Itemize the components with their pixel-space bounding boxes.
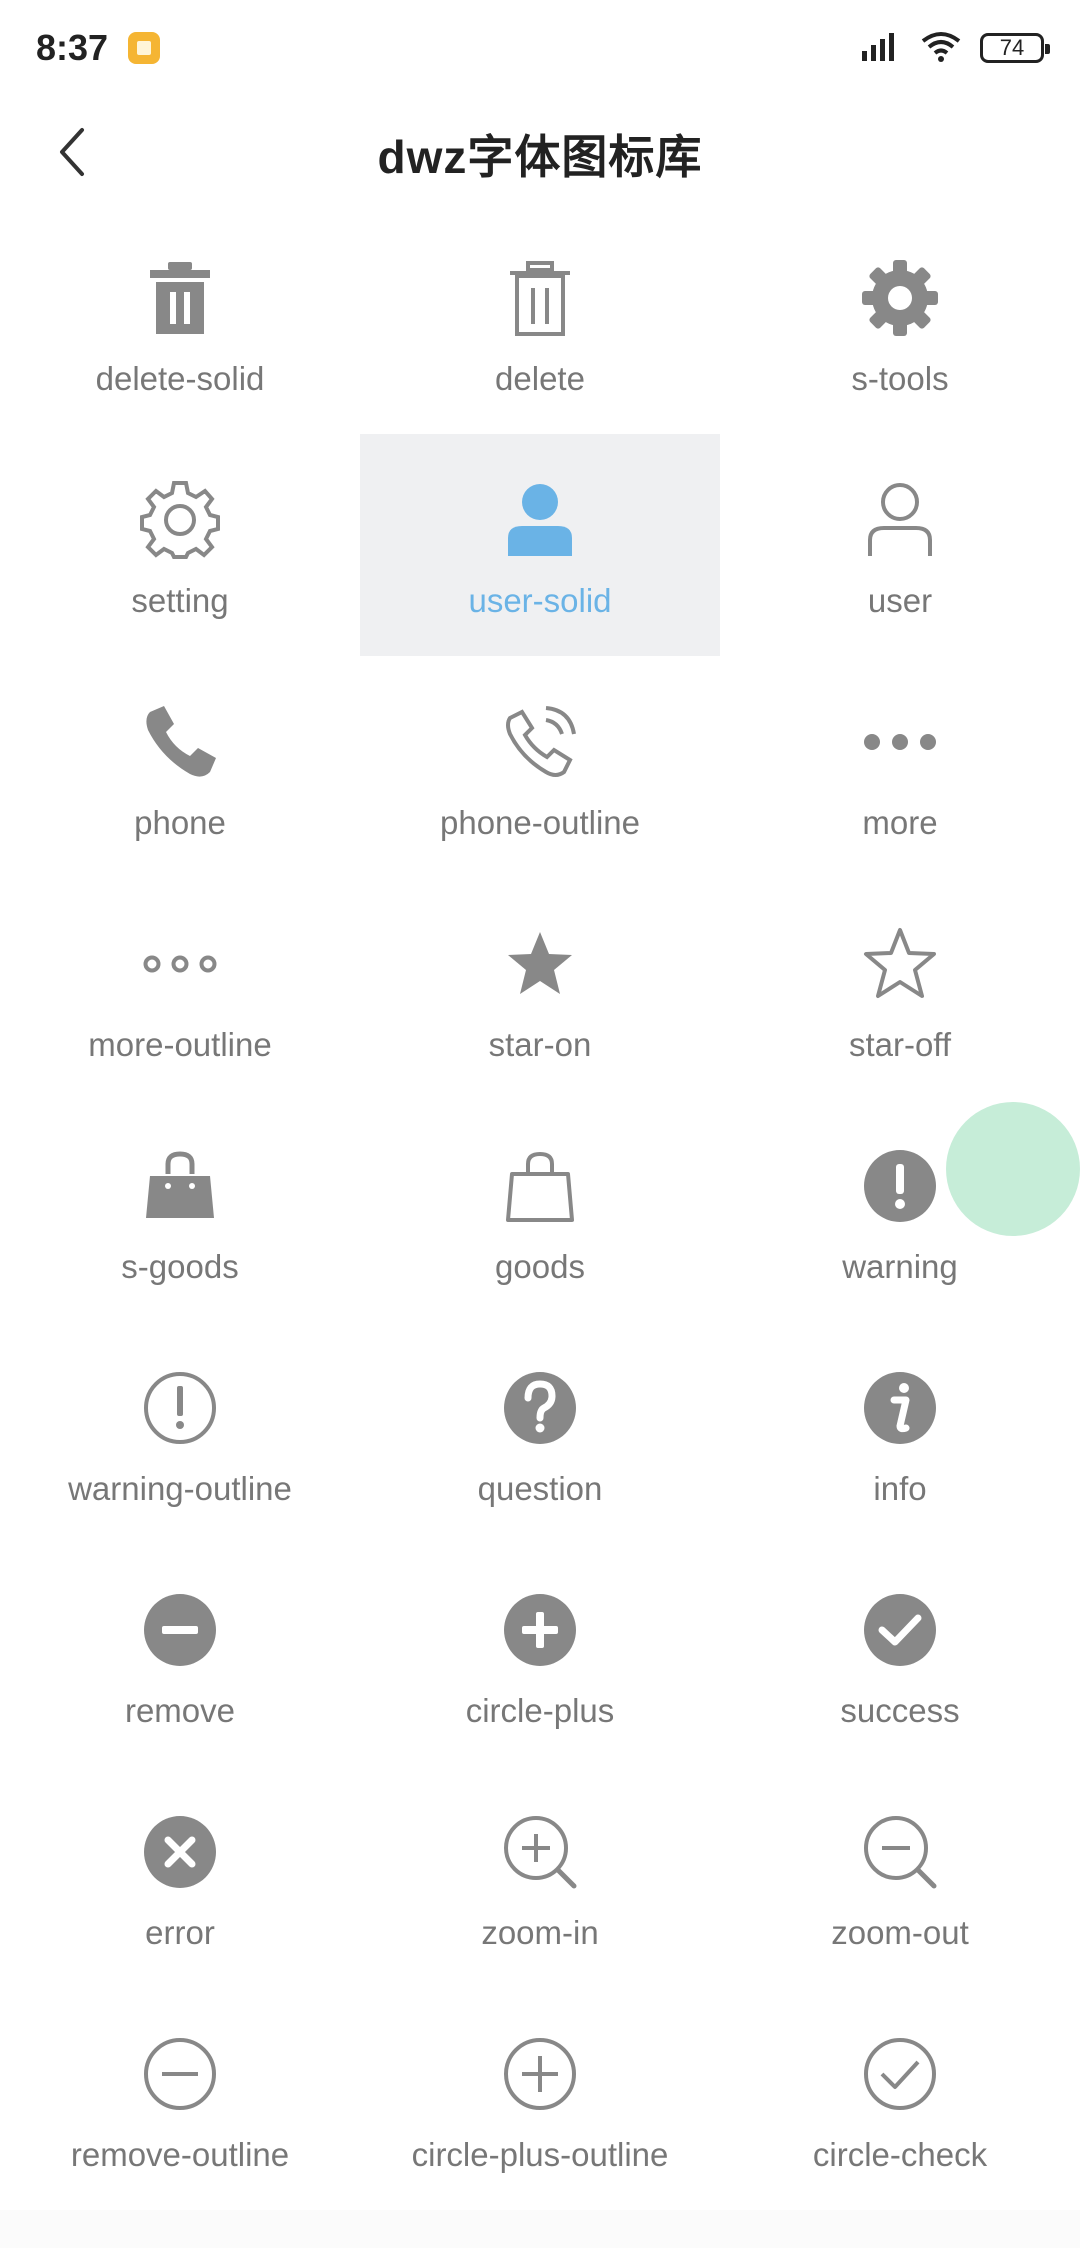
- icon-label: zoom-out: [831, 1914, 969, 1951]
- icon-label: warning: [842, 1248, 958, 1285]
- icon-label: more: [862, 804, 938, 841]
- warning-outline-icon: [140, 1368, 220, 1448]
- icon-label: phone-outline: [440, 804, 640, 841]
- zoom-in-icon: [500, 1812, 580, 1892]
- status-right: 74: [860, 29, 1050, 68]
- icon-cell-circle-plus-outline[interactable]: circle-plus-outline: [360, 1988, 720, 2210]
- icon-label: goods: [495, 1248, 585, 1285]
- circle-check-icon: [860, 2034, 940, 2114]
- info-icon: [860, 1368, 940, 1448]
- warning-icon: [860, 1146, 940, 1226]
- icon-cell-phone[interactable]: phone: [0, 656, 360, 878]
- icon-label: star-off: [848, 1026, 952, 1063]
- error-icon: [140, 1812, 220, 1892]
- star-filled-icon: [500, 924, 580, 1004]
- remove-icon: [140, 1590, 220, 1670]
- page-title: dwz字体图标库: [377, 131, 703, 183]
- icon-label: s-goods: [121, 1248, 239, 1285]
- icon-cell-error[interactable]: error: [0, 1766, 360, 1988]
- icon-label: warning-outline: [68, 1470, 292, 1507]
- status-left: 8:37: [36, 27, 161, 69]
- icon-label: circle-check: [812, 2136, 988, 2173]
- icon-label: remove: [124, 1692, 236, 1729]
- icon-label: star-on: [488, 1026, 592, 1063]
- icon-label: circle-plus-outline: [411, 2136, 669, 2173]
- icon-cell-question[interactable]: question: [360, 1322, 720, 1544]
- icon-cell-remove[interactable]: remove: [0, 1544, 360, 1766]
- icon-cell-info[interactable]: info: [720, 1322, 1080, 1544]
- chevron-left-icon: [54, 124, 90, 185]
- icon-cell-delete[interactable]: delete: [360, 212, 720, 434]
- icon-cell-more[interactable]: more: [720, 656, 1080, 878]
- phone-icon: [140, 702, 220, 782]
- icon-label: error: [145, 1914, 215, 1951]
- icon-cell-star-on[interactable]: star-on: [360, 878, 720, 1100]
- icon-label: delete-solid: [95, 360, 265, 397]
- signal-icon: [860, 29, 902, 68]
- icon-grid: delete-solid delete s-tools setting user…: [0, 212, 1080, 2248]
- icon-label: remove-outline: [70, 2136, 290, 2173]
- shopping-bag-icon: [500, 1146, 580, 1226]
- icon-cell-circle-check[interactable]: circle-check: [720, 1988, 1080, 2210]
- icon-cell-s-goods[interactable]: s-goods: [0, 1100, 360, 1322]
- shopping-bag-solid-icon: [140, 1146, 220, 1226]
- notification-app-icon: [128, 32, 161, 64]
- delete-icon: [500, 258, 580, 338]
- icon-label: s-tools: [851, 360, 949, 397]
- icon-label: user-solid: [468, 582, 612, 619]
- icon-cell-more-outline[interactable]: more-outline: [0, 878, 360, 1100]
- gear-outline-icon: [140, 480, 220, 560]
- icon-cell-star-off[interactable]: star-off: [720, 878, 1080, 1100]
- phone-outline-icon: [500, 702, 580, 782]
- user-solid-icon: [500, 480, 580, 560]
- icon-cell-s-tools[interactable]: s-tools: [720, 212, 1080, 434]
- back-button[interactable]: [40, 122, 104, 186]
- circle-plus-icon: [500, 1590, 580, 1670]
- icon-label: setting: [131, 582, 229, 619]
- wifi-icon: [920, 29, 962, 68]
- icon-cell-goods[interactable]: goods: [360, 1100, 720, 1322]
- more-outline-icon: [140, 924, 220, 1004]
- zoom-out-icon: [860, 1812, 940, 1892]
- icon-label: phone: [134, 804, 226, 841]
- remove-outline-icon: [140, 2034, 220, 2114]
- icon-label: info: [873, 1470, 927, 1507]
- icon-label: delete: [495, 360, 585, 397]
- icon-label: more-outline: [88, 1026, 272, 1063]
- icon-label: zoom-in: [481, 1914, 599, 1951]
- circle-plus-outline-icon: [500, 2034, 580, 2114]
- battery-indicator: 74: [980, 33, 1050, 63]
- user-icon: [860, 480, 940, 560]
- icon-cell-zoom-in[interactable]: zoom-in: [360, 1766, 720, 1988]
- gear-solid-icon: [860, 258, 940, 338]
- icon-cell-user-solid[interactable]: user-solid: [360, 434, 720, 656]
- delete-solid-icon: [140, 258, 220, 338]
- more-icon: [860, 702, 940, 782]
- icon-cell-delete-solid[interactable]: delete-solid: [0, 212, 360, 434]
- icon-cell-user[interactable]: user: [720, 434, 1080, 656]
- question-icon: [500, 1368, 580, 1448]
- icon-label: success: [840, 1692, 960, 1729]
- status-bar: 8:37 74: [0, 0, 1080, 96]
- icon-label: question: [477, 1470, 603, 1507]
- icon-label: circle-plus: [465, 1692, 615, 1729]
- success-check-icon: [860, 1590, 940, 1670]
- icon-cell-warning-outline[interactable]: warning-outline: [0, 1322, 360, 1544]
- nav-bar: dwz字体图标库: [0, 96, 1080, 212]
- icon-label: user: [867, 582, 933, 619]
- icon-cell-circle-plus[interactable]: circle-plus: [360, 1544, 720, 1766]
- icon-cell-phone-outline[interactable]: phone-outline: [360, 656, 720, 878]
- star-outline-icon: [860, 924, 940, 1004]
- icon-cell-remove-outline[interactable]: remove-outline: [0, 1988, 360, 2210]
- floating-touch-indicator[interactable]: [946, 1102, 1080, 1236]
- icon-cell-setting[interactable]: setting: [0, 434, 360, 656]
- icon-cell-zoom-out[interactable]: zoom-out: [720, 1766, 1080, 1988]
- battery-level: 74: [999, 35, 1025, 60]
- icon-cell-success[interactable]: success: [720, 1544, 1080, 1766]
- status-time: 8:37: [36, 27, 109, 68]
